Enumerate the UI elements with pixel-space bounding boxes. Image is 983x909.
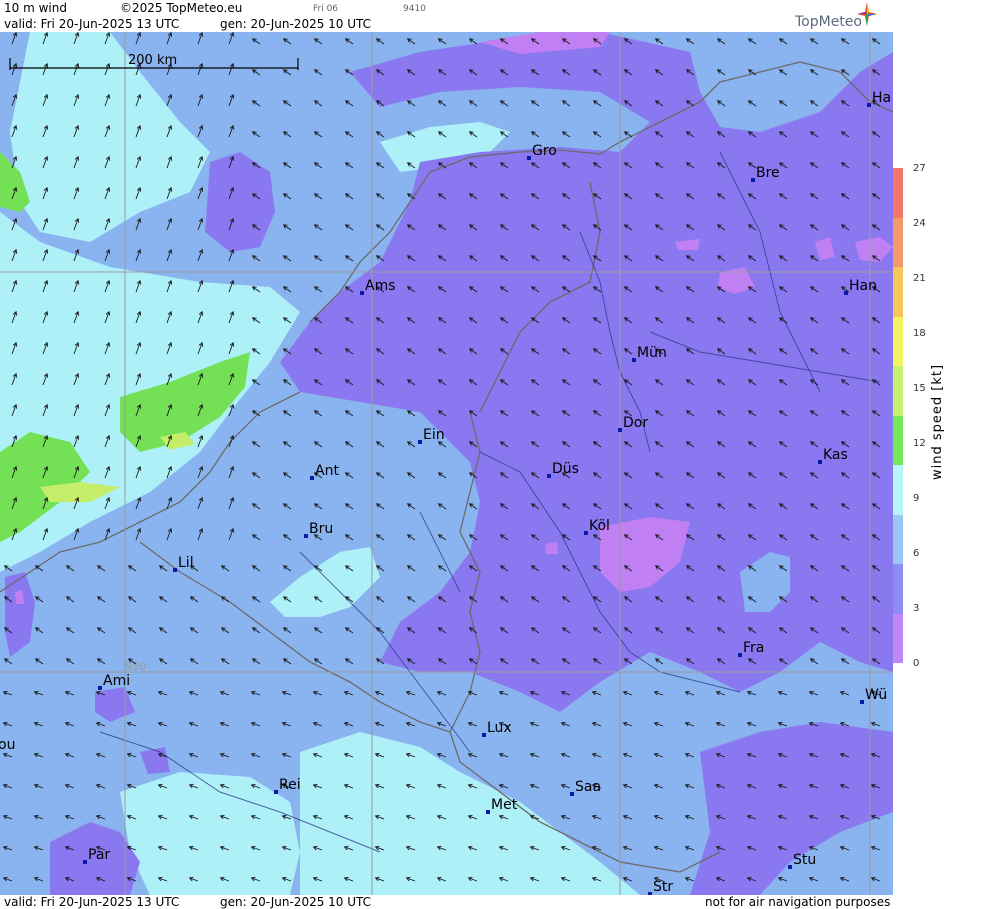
wind-map[interactable]: N50 200 km Gro Bre Ha Ams Han Mün Dor Ein Kas Düs… bbox=[0, 32, 893, 895]
city-label: Mün bbox=[637, 345, 667, 361]
city-marker[interactable] bbox=[83, 860, 87, 864]
city-marker[interactable] bbox=[860, 700, 864, 704]
city-marker[interactable] bbox=[844, 291, 848, 295]
city-label: Wü bbox=[865, 687, 887, 703]
city-marker[interactable] bbox=[788, 865, 792, 869]
colorbar-swatch bbox=[893, 168, 903, 218]
footer-generated-time: gen: 20-Jun-2025 10 UTC bbox=[220, 895, 372, 909]
city-label: Dor bbox=[623, 415, 648, 431]
city-marker[interactable] bbox=[867, 103, 871, 107]
city-marker[interactable] bbox=[486, 810, 490, 814]
city-marker[interactable] bbox=[632, 358, 636, 362]
city-marker[interactable] bbox=[418, 440, 422, 444]
colorbar-swatch bbox=[893, 316, 903, 366]
header: 10 m wind ©2025 TopMeteo.eu Fri 06 9410 … bbox=[0, 0, 893, 32]
colorbar-swatch bbox=[893, 267, 903, 317]
city-label: Bre bbox=[756, 165, 780, 181]
footer: valid: Fri 20-Jun-2025 13 UTC gen: 20-Ju… bbox=[0, 895, 893, 909]
colorbar-tick-label: 9 bbox=[913, 493, 920, 504]
colorbar-swatches bbox=[893, 168, 903, 663]
wind-zone-violet-small-2 bbox=[545, 542, 558, 554]
city-label: Kas bbox=[823, 447, 848, 463]
colorbar-tick-label: 24 bbox=[913, 218, 926, 229]
disclaimer: not for air navigation purposes bbox=[705, 895, 891, 909]
colorbar-tick-label: 6 bbox=[913, 548, 920, 559]
colorbar-swatch bbox=[893, 514, 903, 564]
city-marker[interactable] bbox=[173, 568, 177, 572]
city-marker[interactable] bbox=[584, 531, 588, 535]
city-marker[interactable] bbox=[274, 790, 278, 794]
colorbar-swatch bbox=[893, 366, 903, 416]
city-label: Bru bbox=[309, 521, 333, 537]
colorbar-tick-label: 0 bbox=[913, 658, 920, 669]
city-label: Saa bbox=[575, 779, 601, 795]
city-marker[interactable] bbox=[618, 428, 622, 432]
footer-valid-time: valid: Fri 20-Jun-2025 13 UTC bbox=[4, 895, 180, 909]
city-marker[interactable] bbox=[570, 792, 574, 796]
lat-label-n50: N50 bbox=[124, 660, 146, 673]
compass-star-icon bbox=[857, 2, 877, 26]
colorbar-swatch bbox=[893, 217, 903, 267]
city-label: Str bbox=[653, 879, 673, 895]
colorbar-swatch bbox=[893, 564, 903, 614]
product-title: 10 m wind bbox=[4, 1, 67, 15]
city-marker[interactable] bbox=[818, 460, 822, 464]
city-label: Düs bbox=[552, 461, 579, 477]
city-marker[interactable] bbox=[482, 733, 486, 737]
topmeteo-logo[interactable]: TopMeteo bbox=[783, 0, 893, 32]
city-label: Ams bbox=[365, 278, 396, 294]
city-label: ou bbox=[0, 737, 15, 753]
city-marker[interactable] bbox=[98, 686, 102, 690]
logo-text: TopMeteo bbox=[795, 14, 862, 30]
city-label: Lux bbox=[487, 720, 512, 736]
colorbar-tick-label: 27 bbox=[913, 163, 926, 174]
colorbar-label: wind speed [kt] bbox=[930, 363, 945, 480]
city-marker[interactable] bbox=[751, 178, 755, 182]
city-marker[interactable] bbox=[738, 653, 742, 657]
colorbar-tick-label: 3 bbox=[913, 603, 920, 614]
city-marker[interactable] bbox=[547, 474, 551, 478]
city-label: Met bbox=[491, 797, 518, 813]
city-label: Par bbox=[88, 847, 110, 863]
copyright: ©2025 TopMeteo.eu bbox=[120, 1, 243, 15]
city-label: Rei bbox=[279, 777, 301, 793]
city-label: Ant bbox=[315, 463, 339, 479]
colorbar-tick-label: 12 bbox=[913, 438, 926, 449]
colorbar-tick-label: 21 bbox=[913, 273, 926, 284]
city-label: Ami bbox=[103, 673, 130, 689]
city-label: Han bbox=[849, 278, 877, 294]
city-label: Gro bbox=[532, 143, 557, 159]
colorbar-swatch bbox=[893, 415, 903, 465]
city-label: Ha bbox=[872, 90, 891, 106]
city-marker[interactable] bbox=[310, 476, 314, 480]
colorbar-tick-label: 15 bbox=[913, 383, 926, 394]
valid-time: valid: Fri 20-Jun-2025 13 UTC bbox=[4, 17, 180, 31]
city-label: Köl bbox=[589, 518, 610, 534]
colorbar-swatch bbox=[893, 465, 903, 515]
generated-time: gen: 20-Jun-2025 10 UTC bbox=[220, 17, 372, 31]
city-label: Fra bbox=[743, 640, 764, 656]
colorbar-tick-label: 18 bbox=[913, 328, 926, 339]
city-label: Stu bbox=[793, 852, 816, 868]
city-label: Ein bbox=[423, 427, 445, 443]
id-label: 9410 bbox=[403, 4, 426, 14]
run-label: Fri 06 bbox=[313, 4, 339, 14]
city-label: Lil bbox=[178, 555, 194, 571]
colorbar-swatch bbox=[893, 613, 903, 663]
city-marker[interactable] bbox=[360, 291, 364, 295]
city-marker[interactable] bbox=[527, 156, 531, 160]
scale-bar-label: 200 km bbox=[128, 53, 177, 68]
city-marker[interactable] bbox=[304, 534, 308, 538]
